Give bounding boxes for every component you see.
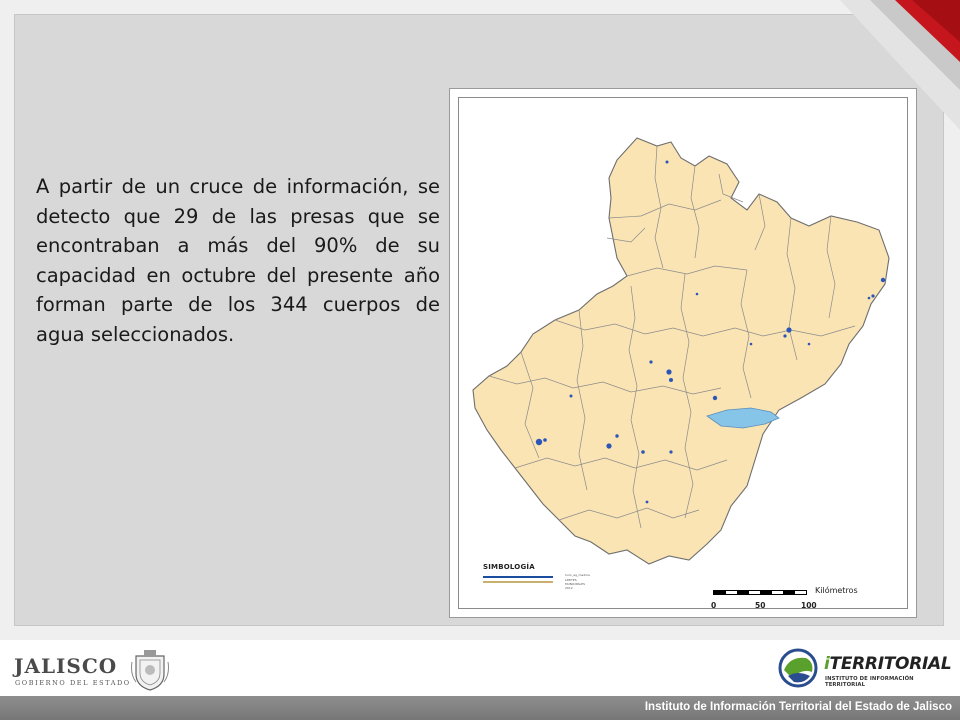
crest-icon	[131, 650, 169, 691]
jalisco-logo: JALISCO GOBIERNO DEL ESTADO	[12, 648, 172, 692]
legend-municipal-label: LIMITES MUNICIPALES 2012	[565, 578, 586, 590]
legend-water-label: hum_ag_medme	[565, 573, 590, 577]
iterritorial-logo-title: iTERRITORIAL	[824, 654, 952, 674]
iterritorial-logo-subtitle: INSTITUTO DE INFORMACIÓN TERRITORIAL	[825, 676, 914, 688]
iterritorial-logo: iTERRITORIAL INSTITUTO DE INFORMACIÓN TE…	[778, 646, 952, 692]
slide-frame: A partir de un cruce de información, se …	[0, 0, 960, 640]
footer-logos: JALISCO GOBIERNO DEL ESTADO iTERRITORIAL…	[0, 640, 960, 696]
legend-water-line	[483, 576, 553, 578]
scale-bar	[713, 590, 807, 595]
map-legend: SIMBOLOGÍA hum_ag_medme LIMITES MUNICIPA…	[483, 563, 590, 590]
scale-unit: Kilómetros	[815, 586, 858, 595]
map-scale: Kilómetros 0 50 100	[711, 584, 903, 614]
institute-name: Instituto de Información Territorial del…	[644, 701, 952, 713]
jalisco-map	[472, 137, 890, 565]
scale-tick: 50	[755, 601, 766, 610]
scale-tick: 100	[801, 601, 817, 610]
scale-tick: 0	[711, 601, 717, 610]
state-shape	[472, 137, 890, 565]
map-figure: SIMBOLOGÍA hum_ag_medme LIMITES MUNICIPA…	[449, 88, 917, 618]
legend-title: SIMBOLOGÍA	[483, 563, 535, 571]
jalisco-logo-title: JALISCO	[14, 654, 118, 678]
body-text: A partir de un cruce de información, se …	[36, 175, 440, 346]
iterritorial-mark-icon	[778, 648, 818, 688]
legend-municipal-line	[483, 581, 553, 583]
bottom-bar: Instituto de Información Territorial del…	[0, 696, 960, 720]
map-inner-frame: SIMBOLOGÍA hum_ag_medme LIMITES MUNICIPA…	[458, 97, 908, 610]
jalisco-logo-subtitle: GOBIERNO DEL ESTADO	[15, 679, 131, 687]
